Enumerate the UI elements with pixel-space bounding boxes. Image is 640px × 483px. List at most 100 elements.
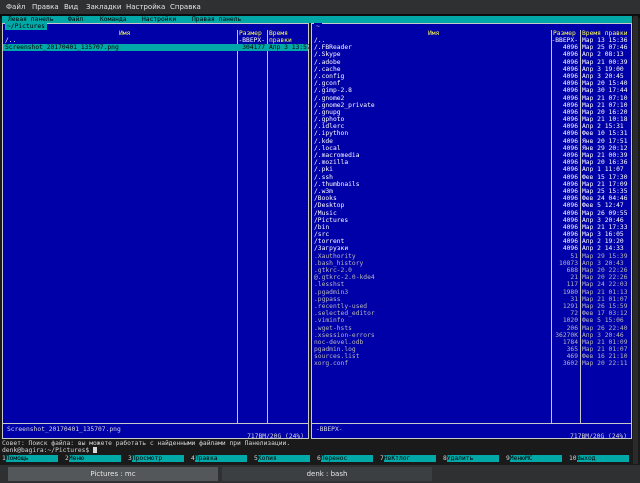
file-row[interactable]: /.kde 4096 Янв 20 17:51 <box>312 138 631 145</box>
file-name: /.thumbnails <box>314 180 360 188</box>
menu-bookmarks[interactable]: Закладки <box>86 0 121 14</box>
file-row[interactable]: .Xauthority 51 Мар 29 15:39 <box>312 253 631 260</box>
file-size: 4096 <box>562 245 578 253</box>
file-size: 10873 <box>559 259 578 267</box>
file-row[interactable]: .pgadmin3 1980 Мар 21 01:13 <box>312 289 631 296</box>
file-row[interactable]: .xsession-errors 36270K Апр 3 20:46 <box>312 332 631 339</box>
file-name: /.cache <box>314 65 341 73</box>
menu-file[interactable]: Файл <box>6 0 25 14</box>
file-row[interactable]: /.ipython 4096 Фев 10 15:31 <box>312 130 631 137</box>
file-row[interactable]: /Books 4096 Фев 24 04:46 <box>312 195 631 202</box>
file-row[interactable]: .wget-hsts 206 Мар 26 22:40 <box>312 325 631 332</box>
file-row[interactable]: /.gphoto 4096 Мар 21 10:18 <box>312 116 631 123</box>
file-name: /.. <box>314 37 326 44</box>
file-name: pgadmin.log <box>314 346 356 354</box>
fkey-1[interactable]: 1Помощь <box>2 455 58 463</box>
fkey-7[interactable]: 7НвКтлог <box>380 455 436 463</box>
task-pictures-mc[interactable]: Pictures : mc <box>8 467 218 481</box>
file-row[interactable]: /.. -ВВЕРХ- <box>3 37 308 44</box>
file-row[interactable]: /src 4096 Мар 3 16:05 <box>312 231 631 238</box>
fkey-9[interactable]: 9МенюМС <box>506 455 562 463</box>
file-size: 4096 <box>562 173 578 181</box>
file-row[interactable]: /.w3m 4096 Мар 25 15:35 <box>312 188 631 195</box>
file-row[interactable]: /Загрузки 4096 Апр 2 14:33 <box>312 245 631 252</box>
menu-edit[interactable]: Правка <box>32 0 59 14</box>
file-row[interactable]: /.thumbnails 4096 Мар 21 17:09 <box>312 181 631 188</box>
file-row[interactable]: /.FBReader 4096 Мар 25 07:46 <box>312 44 631 51</box>
fkey-4[interactable]: 4Правка <box>191 455 247 463</box>
file-size: 4096 <box>562 44 578 52</box>
file-row[interactable]: .viminfo 1020 Фев 5 15:06 <box>312 317 631 324</box>
file-row[interactable]: /.. -ВВЕРХ- Мар 13 15:36 <box>312 37 631 44</box>
fkey-10[interactable]: 10Выход <box>569 455 629 463</box>
file-row[interactable]: .bash_history 10873 Апр 3 20:43 <box>312 260 631 267</box>
file-size: 4096 <box>562 101 578 109</box>
file-row[interactable]: /.macromedia 4096 Мар 21 00:39 <box>312 152 631 159</box>
file-name: .Xauthority <box>314 252 356 260</box>
menu-settings[interactable]: Настройка <box>126 0 165 14</box>
fkey-label: Выход <box>576 455 629 463</box>
file-time: Фев 16 21:10 <box>582 353 628 361</box>
file-time: Апр 2 08:13 <box>582 51 624 59</box>
file-time: Фев 15 17:30 <box>582 173 628 181</box>
file-row[interactable]: /.adobe 4096 Мар 21 00:39 <box>312 59 631 66</box>
fkey-label: Перенос <box>320 455 373 463</box>
fkey-2[interactable]: 2Меню <box>65 455 121 463</box>
fkey-6[interactable]: 6Перенос <box>317 455 373 463</box>
file-row[interactable]: /.config 4096 Апр 3 20:45 <box>312 73 631 80</box>
fkey-3[interactable]: 3Просмотр <box>128 455 184 463</box>
left-panel-path[interactable]: ~/Pictures <box>5 23 47 31</box>
file-time: Мар 21 10:18 <box>582 116 628 124</box>
left-panel[interactable]: ~/Pictures Имя Размер Время правки /.. -В… <box>2 23 311 440</box>
fkey-5[interactable]: 5Копия <box>254 455 310 463</box>
file-row[interactable]: .pgpass 31 Мар 21 01:07 <box>312 296 631 303</box>
file-row[interactable]: /.cache 4096 Апр 3 19:00 <box>312 66 631 73</box>
file-row[interactable]: /.ssh 4096 Фев 15 17:30 <box>312 174 631 181</box>
file-row[interactable]: .lesshst 117 Мар 24 22:03 <box>312 281 631 288</box>
fkey-label: НвКтлог <box>383 455 436 463</box>
file-row[interactable]: /.local 4096 Янв 29 20:12 <box>312 145 631 152</box>
file-row[interactable]: /Desktop 4096 Фев 5 12:47 <box>312 202 631 209</box>
file-row[interactable]: /.pki 4096 Апр 1 11:07 <box>312 166 631 173</box>
file-size: 21 <box>570 274 578 282</box>
file-time: Янв 20 17:51 <box>582 137 628 145</box>
file-row[interactable]: .recently-used 1291 Мар 26 15:59 <box>312 303 631 310</box>
file-row[interactable]: /.Skype 4096 Апр 2 08:13 <box>312 51 631 58</box>
file-row[interactable]: xorg.conf 3602 Мар 20 22:11 <box>312 360 631 367</box>
menu-view[interactable]: Вид <box>64 0 78 14</box>
terminal-scrollbar[interactable] <box>633 16 638 464</box>
file-row[interactable]: /Pictures 4096 Апр 3 20:46 <box>312 217 631 224</box>
file-row[interactable]: /.gnupg 4096 Мар 20 16:20 <box>312 109 631 116</box>
file-size: 469 <box>566 353 578 361</box>
file-size: 4096 <box>562 80 578 88</box>
file-name: xorg.conf <box>314 360 349 368</box>
file-size: 4096 <box>562 195 578 203</box>
shell-prompt[interactable]: denk@bagira:~/Pictures$ <box>2 447 632 454</box>
file-name: /.mozilla <box>314 159 349 167</box>
fkey-8[interactable]: 8Удалить <box>443 455 499 463</box>
file-row[interactable]: noc-devel.odb 1784 Мар 21 01:09 <box>312 339 631 346</box>
file-row[interactable]: Screenshot_20170401_135707.png 304177 Апр … <box>3 44 311 52</box>
task-denk-bash[interactable]: denk : bash <box>222 467 432 481</box>
right-panel-path[interactable]: ~ <box>314 23 322 31</box>
file-row[interactable]: sources.list 469 Фев 16 21:10 <box>312 353 631 360</box>
file-row[interactable]: /Music 4096 Мар 26 09:55 <box>312 210 631 217</box>
file-row[interactable]: .gtkrc-2.0 688 Мар 20 22:26 <box>312 267 631 274</box>
file-row[interactable]: /.idlerc 4096 Апр 2 15:31 <box>312 123 631 130</box>
file-name: /Pictures <box>314 216 349 224</box>
file-row[interactable]: @.gtkrc-2.0-kde4 21 Мар 20 22:26 <box>312 274 631 281</box>
file-row[interactable]: /.gnome2 4096 Мар 21 07:10 <box>312 95 631 102</box>
file-row[interactable]: /.gimp-2.8 4096 Мар 30 17:44 <box>312 87 631 94</box>
file-row[interactable]: /torrent 4096 Апр 2 19:20 <box>312 238 631 245</box>
file-row[interactable]: /.gnome2_private 4096 Мар 21 07:10 <box>312 102 631 109</box>
file-row[interactable]: .selected_editor 72 Фев 17 03:12 <box>312 310 631 317</box>
file-size: 4096 <box>562 116 578 124</box>
file-size: 4096 <box>562 72 578 80</box>
file-size: 304177 <box>242 44 265 52</box>
menu-help[interactable]: Справка <box>170 0 201 14</box>
file-row[interactable]: /bin 4096 Мар 21 17:33 <box>312 224 631 231</box>
file-row[interactable]: /.gconf 4096 Мар 20 15:40 <box>312 80 631 87</box>
right-panel[interactable]: ~ Имя Размер Время правки /.. -ВВЕРХ- Мар … <box>311 23 632 440</box>
file-row[interactable]: /.mozilla 4096 Мар 20 16:36 <box>312 159 631 166</box>
file-row[interactable]: pgadmin.log 365 Мар 21 01:07 <box>312 346 631 353</box>
